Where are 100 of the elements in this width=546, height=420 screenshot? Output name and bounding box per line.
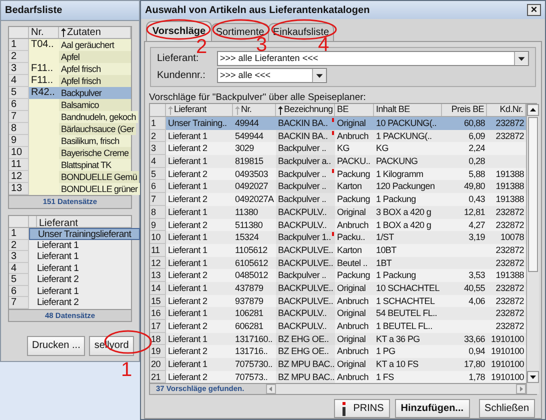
table-cell[interactable]	[487, 142, 526, 156]
table-cell[interactable]: 191388	[487, 180, 526, 194]
table-cell[interactable]: Lieferant 1	[29, 251, 131, 262]
table-cell[interactable]: Apfel frisch	[59, 75, 131, 87]
table-cell[interactable]: 49944	[233, 117, 276, 130]
table-cell[interactable]: 120 Packungen	[374, 180, 442, 194]
table-cell[interactable]: Packung	[335, 269, 374, 282]
table-cell[interactable]: BZ EHG OE..	[276, 332, 335, 346]
table-cell[interactable]: 10 SCHACHTEL	[374, 282, 442, 295]
table-cell[interactable]	[29, 183, 59, 195]
table-cell[interactable]: Packung	[335, 168, 374, 180]
table-cell[interactable]: Anbruch	[335, 218, 374, 232]
table-cell[interactable]: 33,66	[442, 332, 487, 346]
table-cell[interactable]: Lieferant 2	[166, 320, 233, 333]
print-button[interactable]: Drucken ...	[27, 336, 86, 356]
table-cell[interactable]: 2,24	[442, 142, 487, 156]
table-cell[interactable]: 6105612	[233, 256, 276, 270]
table-cell[interactable]: Lieferant 1	[166, 332, 233, 346]
dropdown-field[interactable]: >>> alle Lieferanten <<<	[217, 51, 529, 66]
column-header[interactable]: Inhalt BE	[374, 104, 442, 116]
table-cell[interactable]: 0,43	[442, 193, 487, 206]
table-cell[interactable]: Balsamico	[59, 99, 131, 111]
table-cell[interactable]: BACKIN BA..	[276, 117, 335, 130]
dialog-button[interactable]: PRINS	[334, 399, 390, 418]
table-cell[interactable]: 1 PG	[374, 345, 442, 358]
table-cell[interactable]: Original	[335, 307, 374, 320]
table-cell[interactable]: PACKUNG	[374, 155, 442, 168]
table-cell[interactable]: 606281	[233, 320, 276, 333]
table-cell[interactable]: Lieferant 2	[166, 345, 233, 358]
table-cell[interactable]: Lieferant 2	[166, 142, 233, 156]
table-cell[interactable]: Lieferant 1	[29, 262, 131, 274]
table-cell[interactable]: Lieferant 1	[166, 180, 233, 194]
column-header[interactable]: Preis BE	[442, 104, 487, 116]
table-cell[interactable]: 232872	[487, 218, 526, 232]
table-cell[interactable]: 1 SCHACHTEL	[374, 294, 442, 308]
table-cell[interactable]: Original	[335, 117, 374, 130]
table-cell[interactable]: Lieferant 1	[166, 244, 233, 257]
table-cell[interactable]: Lieferant 1	[166, 358, 233, 371]
table-cell[interactable]: Karton	[335, 180, 374, 194]
table-cell[interactable]: 0,28	[442, 155, 487, 168]
table-cell[interactable]: KT a 36 PG	[374, 332, 442, 346]
close-button[interactable]: ×	[527, 4, 541, 16]
table-cell[interactable]: 11380	[233, 206, 276, 218]
table-cell[interactable]: 819815	[233, 155, 276, 168]
table-cell[interactable]: PACKU..	[335, 155, 374, 168]
table-cell[interactable]: 1 FS	[374, 370, 442, 384]
table-cell[interactable]: BZ EHG OE..	[276, 345, 335, 358]
table-cell[interactable]: 10BT	[374, 244, 442, 257]
table-cell[interactable]: 232872	[487, 206, 526, 218]
table-cell[interactable]: Lieferant 2	[29, 274, 131, 286]
table-cell[interactable]: Lieferant 1	[29, 286, 131, 297]
table-cell[interactable]: BACKPULVE..	[276, 282, 335, 295]
table-cell[interactable]: 5,88	[442, 168, 487, 180]
table-cell[interactable]: Backpulver ..	[276, 142, 335, 156]
table-cell[interactable]	[29, 99, 59, 111]
table-cell[interactable]: Lieferant 1	[166, 206, 233, 218]
table-cell[interactable]: Original	[335, 358, 374, 371]
table-cell[interactable]: 191388	[487, 193, 526, 206]
table-cell[interactable]: Backpulver ..	[276, 180, 335, 194]
table-cell[interactable]: BACKPULV..	[276, 218, 335, 232]
table-cell[interactable]: Aal geräuchert	[59, 39, 131, 51]
table-cell[interactable]: Unser Training..	[166, 117, 233, 130]
table-cell[interactable]: 0485012	[233, 269, 276, 282]
table-cell[interactable]: Lieferant 1	[29, 240, 131, 251]
table-cell[interactable]: Lieferant 2	[166, 370, 233, 384]
table-cell[interactable]: BONDUELLE grüner	[59, 183, 140, 195]
table-cell[interactable]: 191388	[487, 168, 526, 180]
table-cell[interactable]: 1 PACKUNG(..	[374, 130, 442, 142]
table-cell[interactable]: 232872	[487, 130, 526, 142]
table-cell[interactable]: 1910100	[487, 345, 526, 358]
table-cell[interactable]: Anbruch	[335, 370, 374, 384]
table-cell[interactable]: 1 BOX a 420 g	[374, 218, 442, 232]
table-cell[interactable]: 1,78	[442, 370, 487, 384]
table-cell[interactable]: 49,80	[442, 180, 487, 194]
table-cell[interactable]: F11..	[29, 75, 59, 87]
table-cell[interactable]: Lieferant 2	[166, 193, 233, 206]
table-cell[interactable]: Apfel frisch	[59, 63, 131, 75]
table-cell[interactable]: 4,06	[442, 294, 487, 308]
table-cell[interactable]: 1317160..	[233, 332, 276, 346]
table-cell[interactable]: 131716..	[233, 345, 276, 358]
table-cell[interactable]	[487, 155, 526, 168]
table-cell[interactable]: 1910100	[487, 332, 526, 346]
table-cell[interactable]: Anbruch	[335, 130, 374, 142]
horizontal-scrollbar[interactable]	[276, 384, 516, 394]
table-cell[interactable]: Backpulver	[59, 87, 131, 99]
table-cell[interactable]: BACKPULV..	[276, 206, 335, 218]
table-cell[interactable]: 17,80	[442, 358, 487, 371]
column-header[interactable]: BE	[335, 104, 374, 116]
table-cell[interactable]: T04..	[29, 39, 59, 51]
table-cell[interactable]: Lieferant 1	[166, 256, 233, 270]
table-cell[interactable]: 1910100	[487, 358, 526, 371]
table-cell[interactable]: 1 Packung	[374, 269, 442, 282]
table-cell[interactable]: Backpulver ..	[276, 193, 335, 206]
column-header[interactable]: Nr.	[233, 104, 276, 116]
table-cell[interactable]: Backpulver 1..	[276, 231, 335, 244]
table-cell[interactable]: KT a 10 FS	[374, 358, 442, 371]
table-cell[interactable]: 6,09	[442, 130, 487, 142]
table-cell[interactable]: 937879	[233, 294, 276, 308]
table-cell[interactable]: 4,27	[442, 218, 487, 232]
table-cell[interactable]: 3,19	[442, 231, 487, 244]
